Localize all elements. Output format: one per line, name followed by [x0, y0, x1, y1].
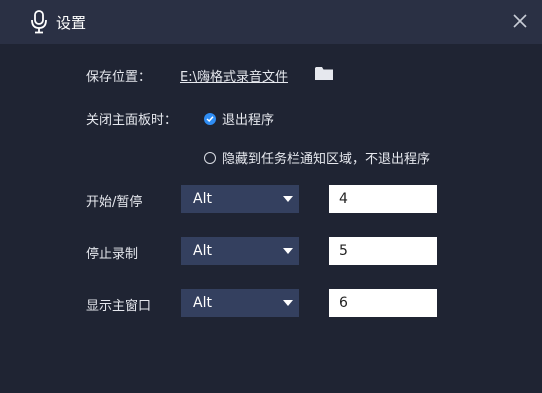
save-location-label: 保存位置： — [86, 70, 152, 85]
key-input-start-pause[interactable] — [329, 185, 437, 213]
radio-unchecked-icon — [204, 151, 216, 164]
radio-hide-to-tray-label: 隐藏到任务栏通知区域，不退出程序 — [222, 152, 431, 167]
modifier-value: Alt — [193, 295, 212, 311]
close-panel-label: 关闭主面板时： — [86, 113, 178, 128]
hotkey-label-stop-recording: 停止录制 — [86, 247, 139, 262]
radio-exit-program-label: 退出程序 — [222, 113, 275, 128]
window-title: 设置 — [56, 14, 87, 32]
chevron-down-icon — [283, 248, 293, 254]
modifier-select-stop-recording[interactable]: Alt — [181, 237, 299, 265]
radio-hide-to-tray[interactable]: 隐藏到任务栏通知区域，不退出程序 — [204, 148, 430, 167]
hotkey-label-start-pause: 开始/暂停 — [86, 195, 143, 210]
modifier-select-start-pause[interactable]: Alt — [181, 185, 299, 213]
key-input-show-main-window[interactable] — [329, 289, 437, 317]
folder-icon[interactable] — [315, 66, 333, 81]
close-icon[interactable] — [512, 13, 528, 29]
modifier-value: Alt — [193, 243, 212, 259]
chevron-down-icon — [283, 196, 293, 202]
save-path-link[interactable]: E:\嗨格式录音文件 — [180, 66, 288, 85]
chevron-down-icon — [283, 300, 293, 306]
hotkey-label-show-main-window: 显示主窗口 — [86, 299, 152, 314]
settings-dialog: 设置 保存位置： E:\嗨格式录音文件 关闭主面板时： 退出程序 隐藏到任务栏通… — [0, 0, 542, 393]
modifier-select-show-main-window[interactable]: Alt — [181, 289, 299, 317]
modifier-value: Alt — [193, 191, 212, 207]
radio-checked-icon — [204, 112, 216, 125]
radio-exit-program[interactable]: 退出程序 — [204, 109, 274, 128]
microphone-icon — [31, 10, 47, 34]
key-input-stop-recording[interactable] — [329, 237, 437, 265]
title-bar: 设置 — [0, 0, 542, 44]
